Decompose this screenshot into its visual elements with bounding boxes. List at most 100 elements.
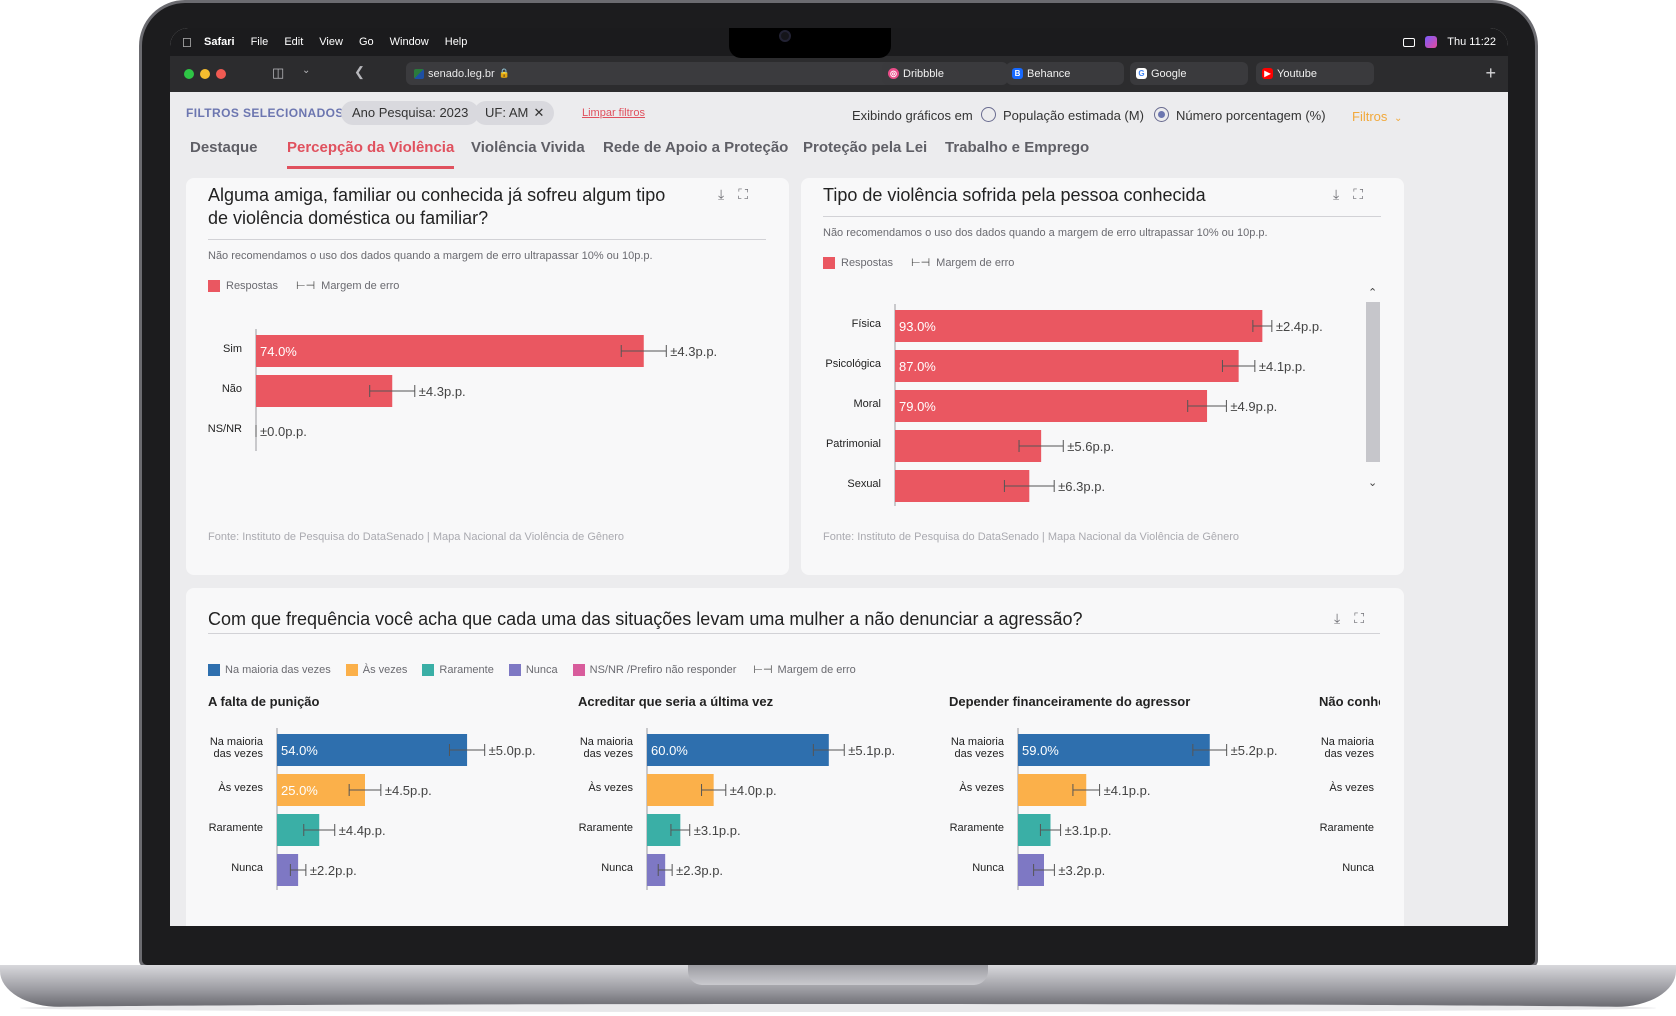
- bar-value-label: 74.0%: [260, 344, 297, 359]
- youtube-icon: ▶: [1262, 68, 1273, 79]
- tab-destaque[interactable]: Destaque: [190, 139, 258, 156]
- tab-dribbble[interactable]: ◎ Dribbble: [882, 62, 1008, 85]
- chart-legend: Respostas ⊢⊣ Margem de erro: [208, 279, 399, 292]
- filter-bar: FILTROS SELECIONADOS: Ano Pesquisa: 2023…: [170, 92, 1508, 132]
- bar-value-label: 93.0%: [899, 319, 936, 334]
- error-label: ±4.0p.p.: [730, 783, 777, 798]
- tab-behance[interactable]: B Behance: [1006, 62, 1124, 85]
- error-label: ±2.3p.p.: [676, 863, 723, 878]
- clock[interactable]: Thu 11:22: [1447, 36, 1496, 48]
- category-label: Nunca: [601, 862, 634, 874]
- error-label: ±4.4p.p.: [339, 823, 386, 838]
- data-note: Não recomendamos o uso dos dados quando …: [208, 250, 653, 262]
- subchart-title-ultima-vez: Acreditar que seria a última vez: [578, 694, 774, 709]
- tab-rede-apoio[interactable]: Rede de Apoio a Proteção: [603, 139, 788, 156]
- tab-youtube[interactable]: ▶ Youtube: [1256, 62, 1374, 85]
- fullscreen-icon[interactable]: ⛶: [1353, 186, 1363, 203]
- control-center-icon[interactable]: [1403, 37, 1416, 47]
- category-label: NS/NR: [208, 423, 242, 435]
- tab-violencia-vivida[interactable]: Violência Vivida: [471, 139, 585, 156]
- menu-window[interactable]: Window: [390, 36, 429, 48]
- bar-chart-ultima-vez: Na maioriadas vezes 60.0% ±5.1p.p. Às vezes…: [579, 728, 895, 890]
- category-label: Nunca: [972, 862, 1005, 874]
- subcharts-row: Na maioria das vezes 54.0% ±5.0p.p. Às vezes…: [186, 728, 1381, 926]
- filter-chip-uf[interactable]: UF: AM ✕: [474, 101, 555, 125]
- category-label: Moral: [853, 398, 881, 410]
- error-label: ±5.6p.p.: [1067, 439, 1114, 454]
- radio-population-label[interactable]: População estimada (M): [1003, 108, 1144, 123]
- scroll-down-icon[interactable]: ⌄: [1368, 476, 1377, 489]
- scrollbar-thumb[interactable]: [1366, 302, 1380, 462]
- chevron-down-icon[interactable]: ⌄: [302, 65, 310, 76]
- display-mode-label: Exibindo gráficos em: [852, 108, 973, 123]
- subchart-title-falta-punicao: A falta de punição: [208, 694, 320, 709]
- error-label: ±4.3p.p.: [670, 344, 717, 359]
- siri-icon[interactable]: [1425, 36, 1438, 48]
- address-bar[interactable]: senado.leg.br 🔒 ···: [406, 62, 910, 85]
- radio-population[interactable]: [981, 107, 996, 122]
- download-icon[interactable]: ⤓: [718, 186, 724, 203]
- legend-swatch-maioria: [208, 663, 220, 676]
- error-label: ±2.2p.p.: [310, 863, 357, 878]
- error-label: ±4.3p.p.: [419, 384, 466, 399]
- menu-help[interactable]: Help: [445, 36, 468, 48]
- back-arrow-icon[interactable]: ❮: [354, 64, 365, 80]
- menu-go[interactable]: Go: [359, 36, 374, 48]
- menu-edit[interactable]: Edit: [284, 36, 303, 48]
- download-icon[interactable]: ⤓: [1334, 610, 1340, 627]
- window-minimize-button[interactable]: [200, 69, 210, 79]
- url-text: senado.leg.br: [428, 67, 495, 80]
- bar-chart-falta-punicao: Na maioriadas vezes 54.0% ±5.0p.p. Às vezes…: [209, 728, 536, 890]
- menu-file[interactable]: File: [251, 36, 269, 48]
- filter-chip-year[interactable]: Ano Pesquisa: 2023: [341, 101, 480, 125]
- category-label: Patrimonial: [826, 438, 881, 450]
- radio-percentage-label[interactable]: Número porcentagem (%): [1176, 108, 1326, 123]
- menu-view[interactable]: View: [319, 36, 343, 48]
- category-label: Não: [222, 383, 242, 395]
- card-actions: ⤓ ⛶: [1333, 186, 1363, 203]
- legend-as-vezes: Às vezes: [362, 663, 408, 676]
- chart-scrollbar-track[interactable]: ⌃ ⌄: [1366, 287, 1380, 500]
- web-page: FILTROS SELECIONADOS: Ano Pesquisa: 2023…: [170, 92, 1508, 926]
- legend-swatch-nunca: [508, 663, 521, 676]
- sidebar-toggle-icon[interactable]: ◫: [272, 65, 284, 81]
- tab-protecao-lei[interactable]: Proteção pela Lei: [803, 139, 927, 156]
- category-label: Raramente: [1320, 822, 1374, 834]
- category-label: Às vezes: [959, 781, 1004, 794]
- subchart-title-dependencia: Depender financeiramente do agressor: [949, 694, 1191, 709]
- google-icon: G: [1136, 68, 1147, 79]
- menu-app-name[interactable]: Safari: [204, 36, 235, 48]
- error-label: ±5.0p.p.: [489, 743, 536, 758]
- fullscreen-icon[interactable]: ⛶: [738, 186, 748, 203]
- filters-dropdown-button[interactable]: Filtros ⌄: [1352, 109, 1402, 124]
- filters-label: FILTROS SELECIONADOS:: [186, 106, 349, 120]
- chart-legend: Respostas ⊢⊣ Margem de erro: [823, 256, 1014, 269]
- download-icon[interactable]: ⤓: [1333, 186, 1339, 203]
- scroll-up-icon[interactable]: ⌃: [1368, 286, 1377, 299]
- tab-label: Google: [1151, 67, 1187, 80]
- card-actions: ⤓ ⛶: [718, 186, 748, 203]
- category-label: Raramente: [950, 822, 1004, 834]
- window-maximize-button[interactable]: [184, 69, 194, 79]
- fullscreen-icon[interactable]: ⛶: [1354, 610, 1364, 627]
- window-close-button[interactable]: [216, 69, 226, 79]
- apple-icon[interactable]: : [182, 35, 196, 50]
- bar: [895, 310, 1263, 342]
- screen-bezel:  Safari File Edit View Go Window Help T…: [170, 28, 1508, 926]
- category-label: Na maioria: [1321, 736, 1375, 748]
- legend-nsnr: NS/NR /Prefiro não responder: [589, 663, 737, 676]
- legend-respostas: Respostas: [226, 279, 278, 292]
- chart-card-report-frequency: Com que frequência você acha que cada um…: [186, 588, 1404, 926]
- tab-google[interactable]: G Google: [1130, 62, 1248, 85]
- close-icon[interactable]: ✕: [533, 101, 544, 125]
- new-tab-icon[interactable]: +: [1485, 63, 1496, 84]
- radio-percentage[interactable]: [1154, 107, 1169, 122]
- title-line-2: de violência doméstica ou familiar?: [208, 208, 489, 228]
- screen:  Safari File Edit View Go Window Help T…: [170, 28, 1508, 926]
- category-label: Na maioria: [210, 736, 264, 748]
- tab-trabalho-emprego[interactable]: Trabalho e Emprego: [945, 139, 1089, 156]
- error-bar-icon: ⊢⊣: [753, 664, 773, 676]
- clear-filters-link[interactable]: Limpar filtros: [582, 107, 645, 119]
- legend-swatch-as-vezes: [345, 663, 358, 676]
- tab-percepcao[interactable]: Percepção da Violência: [287, 139, 455, 169]
